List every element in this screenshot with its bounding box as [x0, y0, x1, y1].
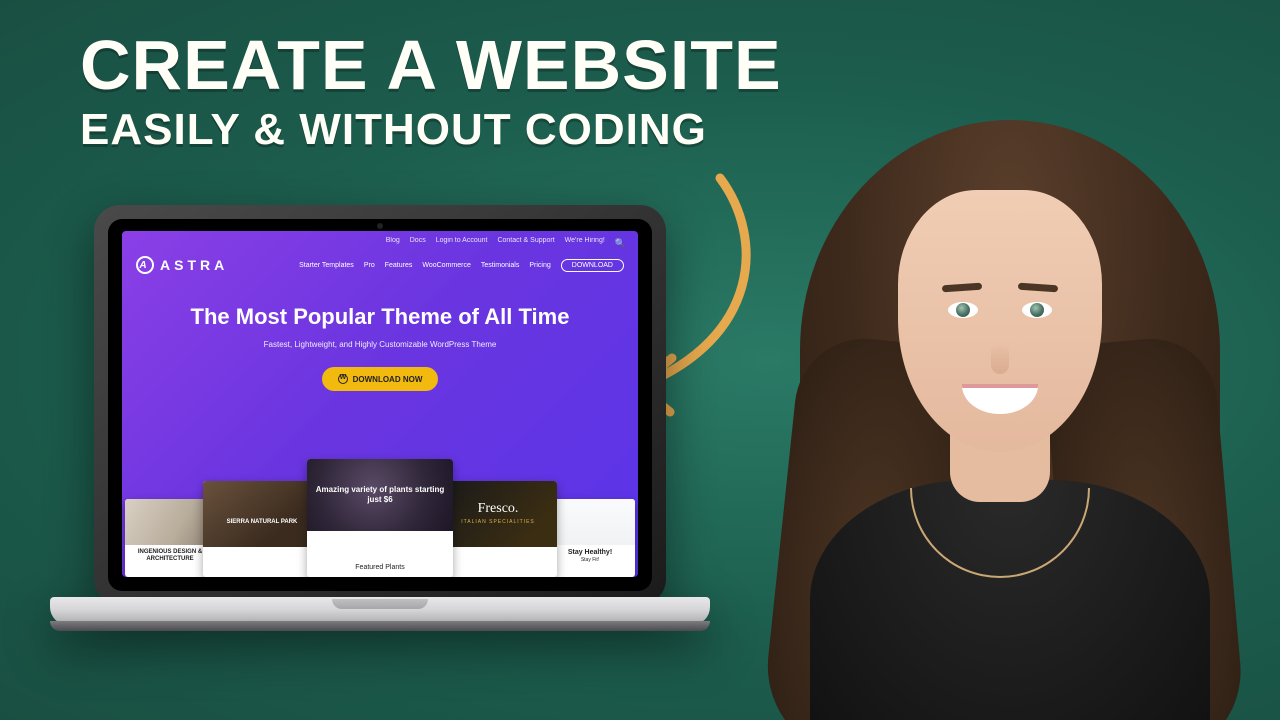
site-topbar: Blog Docs Login to Account Contact & Sup… [122, 231, 638, 248]
nose-icon [991, 346, 1009, 374]
cta-label: DOWNLOAD NOW [353, 375, 423, 384]
headline-line-1: Create a Website [80, 30, 782, 100]
brand-name: ASTRA [160, 257, 228, 273]
brand-logomark-icon: A [136, 256, 154, 274]
topbar-link[interactable]: Contact & Support [497, 237, 554, 248]
card-caption: SIERRA NATURAL PARK [203, 515, 321, 530]
card-image [545, 499, 635, 545]
cta-button[interactable]: DOWNLOAD NOW [322, 367, 439, 391]
hero-subtitle: Fastest, Lightweight, and Highly Customi… [142, 340, 618, 349]
showcase-card[interactable]: Amazing variety of plants starting just … [307, 459, 453, 577]
card-caption: Stay Healthy! Stay Fit! [545, 545, 635, 567]
card-caption: INGENIOUS DESIGN & ARCHITECTURE [125, 545, 215, 567]
laptop-bezel: Blog Docs Login to Account Contact & Sup… [108, 219, 652, 591]
laptop-mockup: Blog Docs Login to Account Contact & Sup… [50, 205, 710, 665]
presenter-face [898, 190, 1102, 452]
eyebrow-icon [942, 283, 982, 293]
nav-link[interactable]: Features [385, 262, 413, 269]
eyebrow-icon [1018, 283, 1058, 293]
eye-icon [948, 302, 978, 318]
topbar-link[interactable]: Blog [386, 237, 400, 248]
showcase-card[interactable]: Fresco. ITALIAN SPECIALITIES [439, 481, 557, 577]
card-caption-line: Stay Fit! [548, 557, 632, 563]
laptop-screen: Blog Docs Login to Account Contact & Sup… [122, 231, 638, 577]
presenter-photo [720, 80, 1280, 720]
headline-line-2: Easily & Without Coding [80, 108, 782, 152]
card-caption-line: Stay Healthy! [568, 549, 612, 556]
card-caption: Amazing variety of plants starting just … [307, 481, 453, 508]
site-nav: A ASTRA Starter Templates Pro Features W… [122, 248, 638, 282]
brand-logo[interactable]: A ASTRA [136, 256, 228, 274]
card-image [125, 499, 215, 545]
download-button[interactable]: DOWNLOAD [561, 259, 624, 272]
card-footer: Featured Plants [307, 558, 453, 577]
topbar-link[interactable]: We're Hiring! [565, 237, 605, 248]
card-tag: ITALIAN SPECIALITIES [439, 519, 557, 525]
laptop-base [50, 597, 710, 625]
nav-links: Starter Templates Pro Features WooCommer… [299, 259, 624, 272]
nav-link[interactable]: Pricing [529, 262, 550, 269]
topbar-link[interactable]: Login to Account [436, 237, 488, 248]
nav-link[interactable]: Testimonials [481, 262, 520, 269]
nav-link[interactable]: Starter Templates [299, 262, 354, 269]
card-image [203, 481, 321, 547]
template-showcase: INGENIOUS DESIGN & ARCHITECTURE SIERRA N… [122, 447, 638, 577]
topbar-link[interactable]: Docs [410, 237, 426, 248]
wordpress-icon [338, 374, 348, 384]
showcase-card[interactable]: SIERRA NATURAL PARK [203, 481, 321, 577]
nav-link[interactable]: Pro [364, 262, 375, 269]
eye-icon [1022, 302, 1052, 318]
hero-title: The Most Popular Theme of All Time [142, 304, 618, 330]
card-brand: Fresco. [439, 501, 557, 517]
webcam-dot [377, 223, 383, 229]
showcase-card[interactable]: INGENIOUS DESIGN & ARCHITECTURE [125, 499, 215, 577]
headline: Create a Website Easily & Without Coding [80, 30, 782, 152]
showcase-card[interactable]: Stay Healthy! Stay Fit! [545, 499, 635, 577]
search-icon[interactable]: 🔍 [615, 238, 626, 249]
hero-section: The Most Popular Theme of All Time Faste… [122, 282, 638, 401]
laptop-lid: Blog Docs Login to Account Contact & Sup… [94, 205, 666, 605]
nav-link[interactable]: WooCommerce [422, 262, 471, 269]
mouth-icon [962, 384, 1038, 414]
